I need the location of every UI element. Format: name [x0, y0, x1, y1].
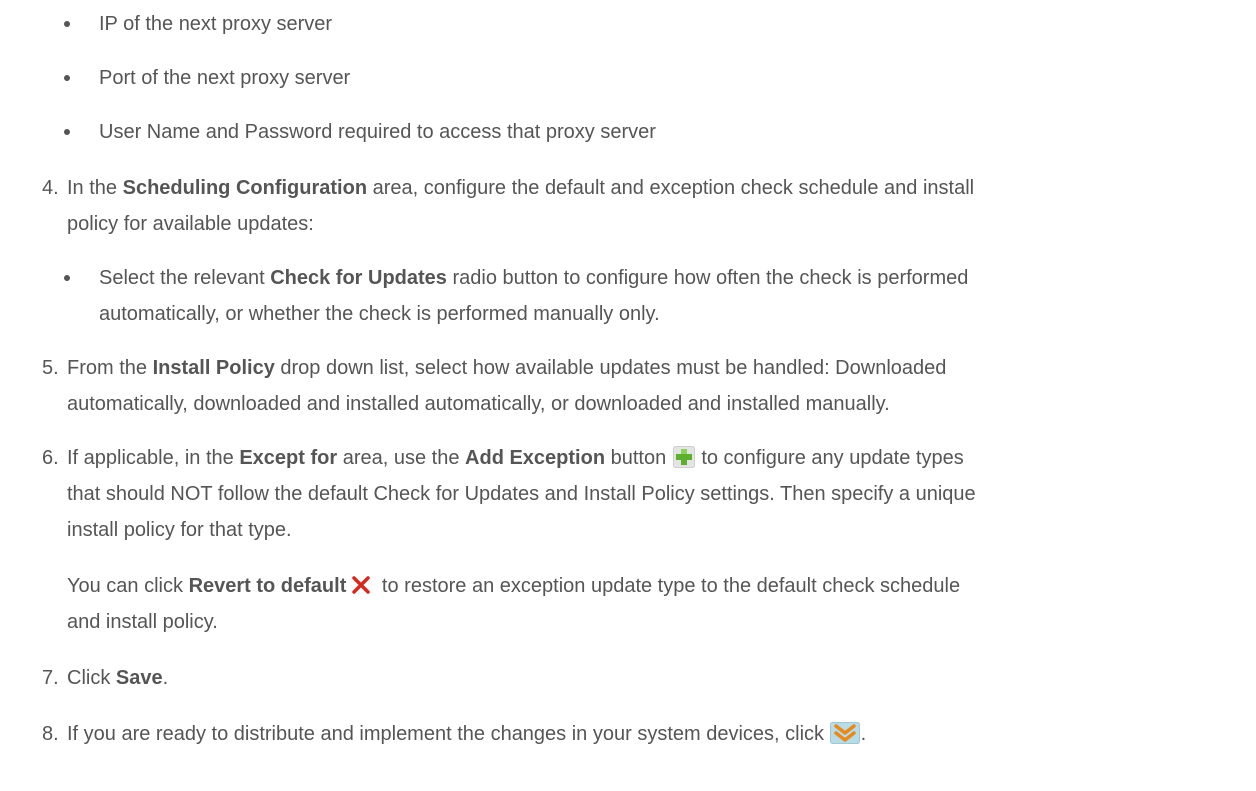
step4-bullet-post: radio button to configure how often the … [446, 267, 969, 289]
step4-bold: Scheduling Configuration [122, 177, 368, 199]
step4-bullet: Select the relevant Check for Updates ra… [99, 266, 968, 290]
step8-text: If you are ready to distribute and imple… [67, 722, 866, 746]
step6-bold1: Except for [239, 447, 338, 469]
step6-pre: If applicable, in the [67, 447, 240, 469]
document-page: IP of the next proxy server Port of the … [0, 0, 1256, 791]
bullet-dot [64, 129, 70, 135]
step7-pre: Click [67, 667, 116, 689]
bullet-dot [64, 75, 70, 81]
step6-note-line2: and install policy. [67, 611, 218, 633]
step6-mid2: button [605, 447, 672, 469]
step7-post: . [162, 667, 169, 689]
step4-bullet-pre: Select the relevant [99, 267, 271, 289]
step6-mid1: area, use the [337, 447, 466, 469]
step5-pre: From the [67, 357, 153, 379]
step6-line2: that should NOT follow the default Check… [67, 483, 976, 505]
step8-post: . [860, 723, 867, 745]
bullet-dot [64, 275, 70, 281]
step8-pre: If you are ready to distribute and imple… [67, 723, 830, 745]
step7-bold: Save [115, 667, 163, 689]
step6-line3: install policy for that type. [67, 519, 292, 541]
step6-bold2: Add Exception [465, 447, 606, 469]
step6-text: If applicable, in the Except for area, u… [67, 446, 964, 470]
step-number: 7. [42, 667, 59, 689]
step5-line2: automatically, downloaded and installed … [67, 393, 890, 415]
bullet-credentials: User Name and Password required to acces… [99, 121, 656, 143]
step-number: 8. [42, 723, 59, 745]
step6-note-post: to restore an exception update type to t… [376, 575, 961, 597]
step4-line2: policy for available updates: [67, 213, 314, 235]
step4-pre: In the [67, 177, 123, 199]
step4-post: area, configure the default and exceptio… [367, 177, 975, 199]
step-number: 4. [42, 177, 59, 199]
red-x-icon [351, 575, 371, 595]
add-plus-icon [672, 446, 695, 468]
step5-text: From the Install Policy drop down list, … [67, 356, 946, 380]
step-number: 6. [42, 447, 59, 469]
step4-text: In the Scheduling Configuration area, co… [67, 176, 974, 200]
step6-note: You can click Revert to default to resto… [67, 574, 960, 598]
step4-bullet-line2: automatically, or whether the check is p… [99, 303, 660, 325]
step6-post: to configure any update types [695, 447, 964, 469]
step6-note-bold: Revert to default [188, 575, 347, 597]
step-number: 5. [42, 357, 59, 379]
bullet-dot [64, 21, 70, 27]
double-chevron-down-icon [829, 722, 860, 744]
bullet-ip: IP of the next proxy server [99, 13, 333, 35]
bullet-port: Port of the next proxy server [99, 67, 351, 89]
step6-note-pre: You can click [67, 575, 189, 597]
step7-text: Click Save. [67, 666, 168, 690]
step5-bold: Install Policy [152, 357, 275, 379]
step5-post: drop down list, select how available upd… [274, 357, 947, 379]
step4-bullet-bold: Check for Updates [270, 267, 447, 289]
